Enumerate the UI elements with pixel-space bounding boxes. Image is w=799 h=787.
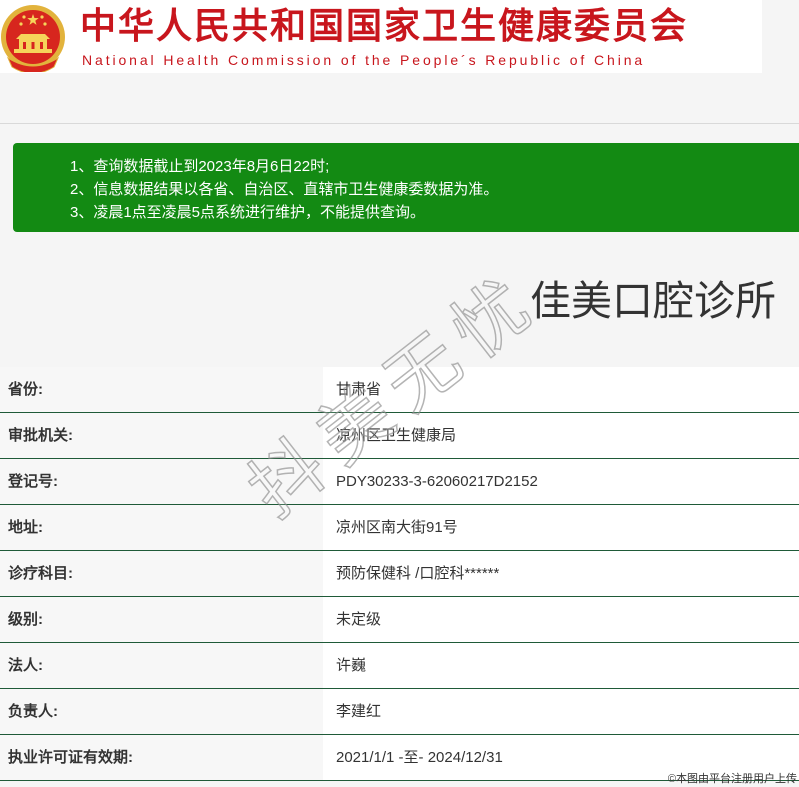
table-row: 审批机关: 凉州区卫生健康局 bbox=[0, 413, 799, 459]
row-value: 未定级 bbox=[323, 597, 799, 642]
row-label: 审批机关: bbox=[0, 413, 323, 458]
header-divider bbox=[0, 123, 799, 124]
table-row: 诊疗科目: 预防保健科 /口腔科****** bbox=[0, 551, 799, 597]
row-value: 预防保健科 /口腔科****** bbox=[323, 551, 799, 596]
row-value: 凉州区卫生健康局 bbox=[323, 413, 799, 458]
row-label: 省份: bbox=[0, 367, 323, 412]
site-title-en: National Health Commission of the People… bbox=[82, 52, 646, 68]
row-label: 登记号: bbox=[0, 459, 323, 504]
row-label: 诊疗科目: bbox=[0, 551, 323, 596]
table-row: 负责人: 李建红 bbox=[0, 689, 799, 735]
notice-line: 1、查询数据截止到2023年8月6日22时; bbox=[70, 158, 330, 175]
notice-line: 2、信息数据结果以各省、自治区、直辖市卫生健康委数据为准。 bbox=[70, 181, 499, 198]
row-value: 李建红 bbox=[323, 689, 799, 734]
row-label: 负责人: bbox=[0, 689, 323, 734]
row-label: 地址: bbox=[0, 505, 323, 550]
row-label: 法人: bbox=[0, 643, 323, 688]
notice-line: 3、凌晨1点至凌晨5点系统进行维护，不能提供查询。 bbox=[70, 204, 426, 221]
table-row: 省份: 甘肃省 bbox=[0, 367, 799, 413]
national-emblem-icon bbox=[1, 5, 65, 72]
institution-name: 佳美口腔诊所 bbox=[530, 278, 776, 324]
row-label: 执业许可证有效期: bbox=[0, 735, 323, 780]
table-row: 级别: 未定级 bbox=[0, 597, 799, 643]
row-value: 甘肃省 bbox=[323, 367, 799, 412]
header-banner: 中华人民共和国国家卫生健康委员会 National Health Commiss… bbox=[0, 0, 762, 73]
table-row: 法人: 许巍 bbox=[0, 643, 799, 689]
copyright-notice: ©本图由平台注册用户上传 bbox=[667, 773, 797, 785]
site-title-cn: 中华人民共和国国家卫生健康委员会 bbox=[80, 5, 689, 46]
row-label: 级别: bbox=[0, 597, 323, 642]
table-row: 登记号: PDY30233-3-62060217D2152 bbox=[0, 459, 799, 505]
table-row: 地址: 凉州区南大街91号 bbox=[0, 505, 799, 551]
notice-box: 1、查询数据截止到2023年8月6日22时; 2、信息数据结果以各省、自治区、直… bbox=[13, 143, 799, 232]
row-value: 凉州区南大街91号 bbox=[323, 505, 799, 550]
details-table: 省份: 甘肃省 审批机关: 凉州区卫生健康局 登记号: PDY30233-3-6… bbox=[0, 367, 799, 781]
row-value: 许巍 bbox=[323, 643, 799, 688]
row-value: PDY30233-3-62060217D2152 bbox=[323, 459, 799, 504]
